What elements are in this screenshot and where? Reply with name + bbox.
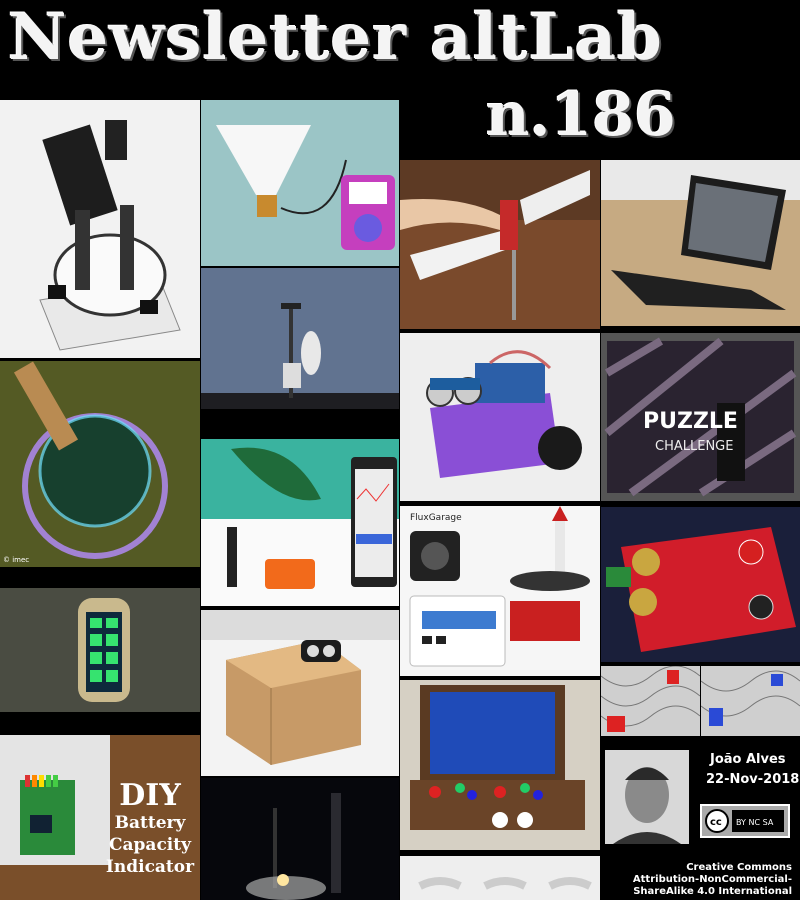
- glowing-sensor-photo: [0, 361, 200, 567]
- cc-license-badge[interactable]: cc BY NC SA: [700, 804, 790, 838]
- puzzle-challenge-photo: PUZZLE CHALLENGE: [601, 333, 800, 501]
- license-line-3: ShareAlike 4.0 International: [633, 886, 792, 897]
- imec-credit: © imec: [3, 556, 30, 564]
- author-info: João Alves 22-Nov-2018 cc BY NC SA Creat…: [600, 738, 800, 900]
- rocket-launch-photo: [201, 778, 399, 900]
- paper-airplane-launcher-photo: [400, 160, 600, 329]
- current-ranger-board-photo: [601, 507, 800, 662]
- pattern-texture-b-photo: [701, 666, 800, 736]
- capacity-label: Capacity: [109, 835, 191, 855]
- license-line-1: Creative Commons: [686, 862, 792, 873]
- wooden-box-robot-photo: [201, 610, 399, 776]
- newsletter-title: Newsletter altLab: [8, 0, 663, 75]
- puzzle-subtitle: CHALLENGE: [655, 439, 733, 454]
- telescope-mount-photo: [0, 100, 200, 358]
- thinkpad-laptop-photo: [601, 160, 800, 326]
- fluxgarage-display-photo: [400, 506, 600, 676]
- issue-number: n.186: [486, 80, 676, 150]
- author-avatar: [605, 750, 689, 844]
- puzzle-word: PUZZLE: [643, 409, 738, 434]
- battery-label: Battery: [114, 813, 186, 833]
- pattern-texture-a-photo: [601, 666, 700, 736]
- weather-station-photo: [201, 268, 399, 409]
- plant-sensor-app-photo: [201, 439, 399, 606]
- author-name: João Alves: [710, 752, 786, 767]
- svg-text:cc: cc: [710, 817, 722, 828]
- license-text: Creative Commons Attribution-NonCommerci…: [602, 862, 792, 898]
- diy-battery-caption: DIY Battery Capacity Indicator: [100, 780, 200, 878]
- license-line-2: Attribution-NonCommercial-: [632, 874, 792, 885]
- diy-label: DIY: [119, 778, 181, 813]
- indicator-label: Indicator: [105, 857, 195, 877]
- cc-badge-text: BY NC SA: [736, 818, 774, 827]
- tardis-led-badge-photo: [0, 588, 200, 712]
- cone-speaker-photo: [201, 100, 399, 266]
- purple-robot-photo: [400, 333, 600, 501]
- issue-date: 22-Nov-2018: [706, 772, 800, 787]
- vacuum-tube-strip-photo: [400, 856, 600, 900]
- fluxgarage-logo: FluxGarage: [410, 513, 462, 523]
- arcade-cabinet-photo: [400, 680, 600, 850]
